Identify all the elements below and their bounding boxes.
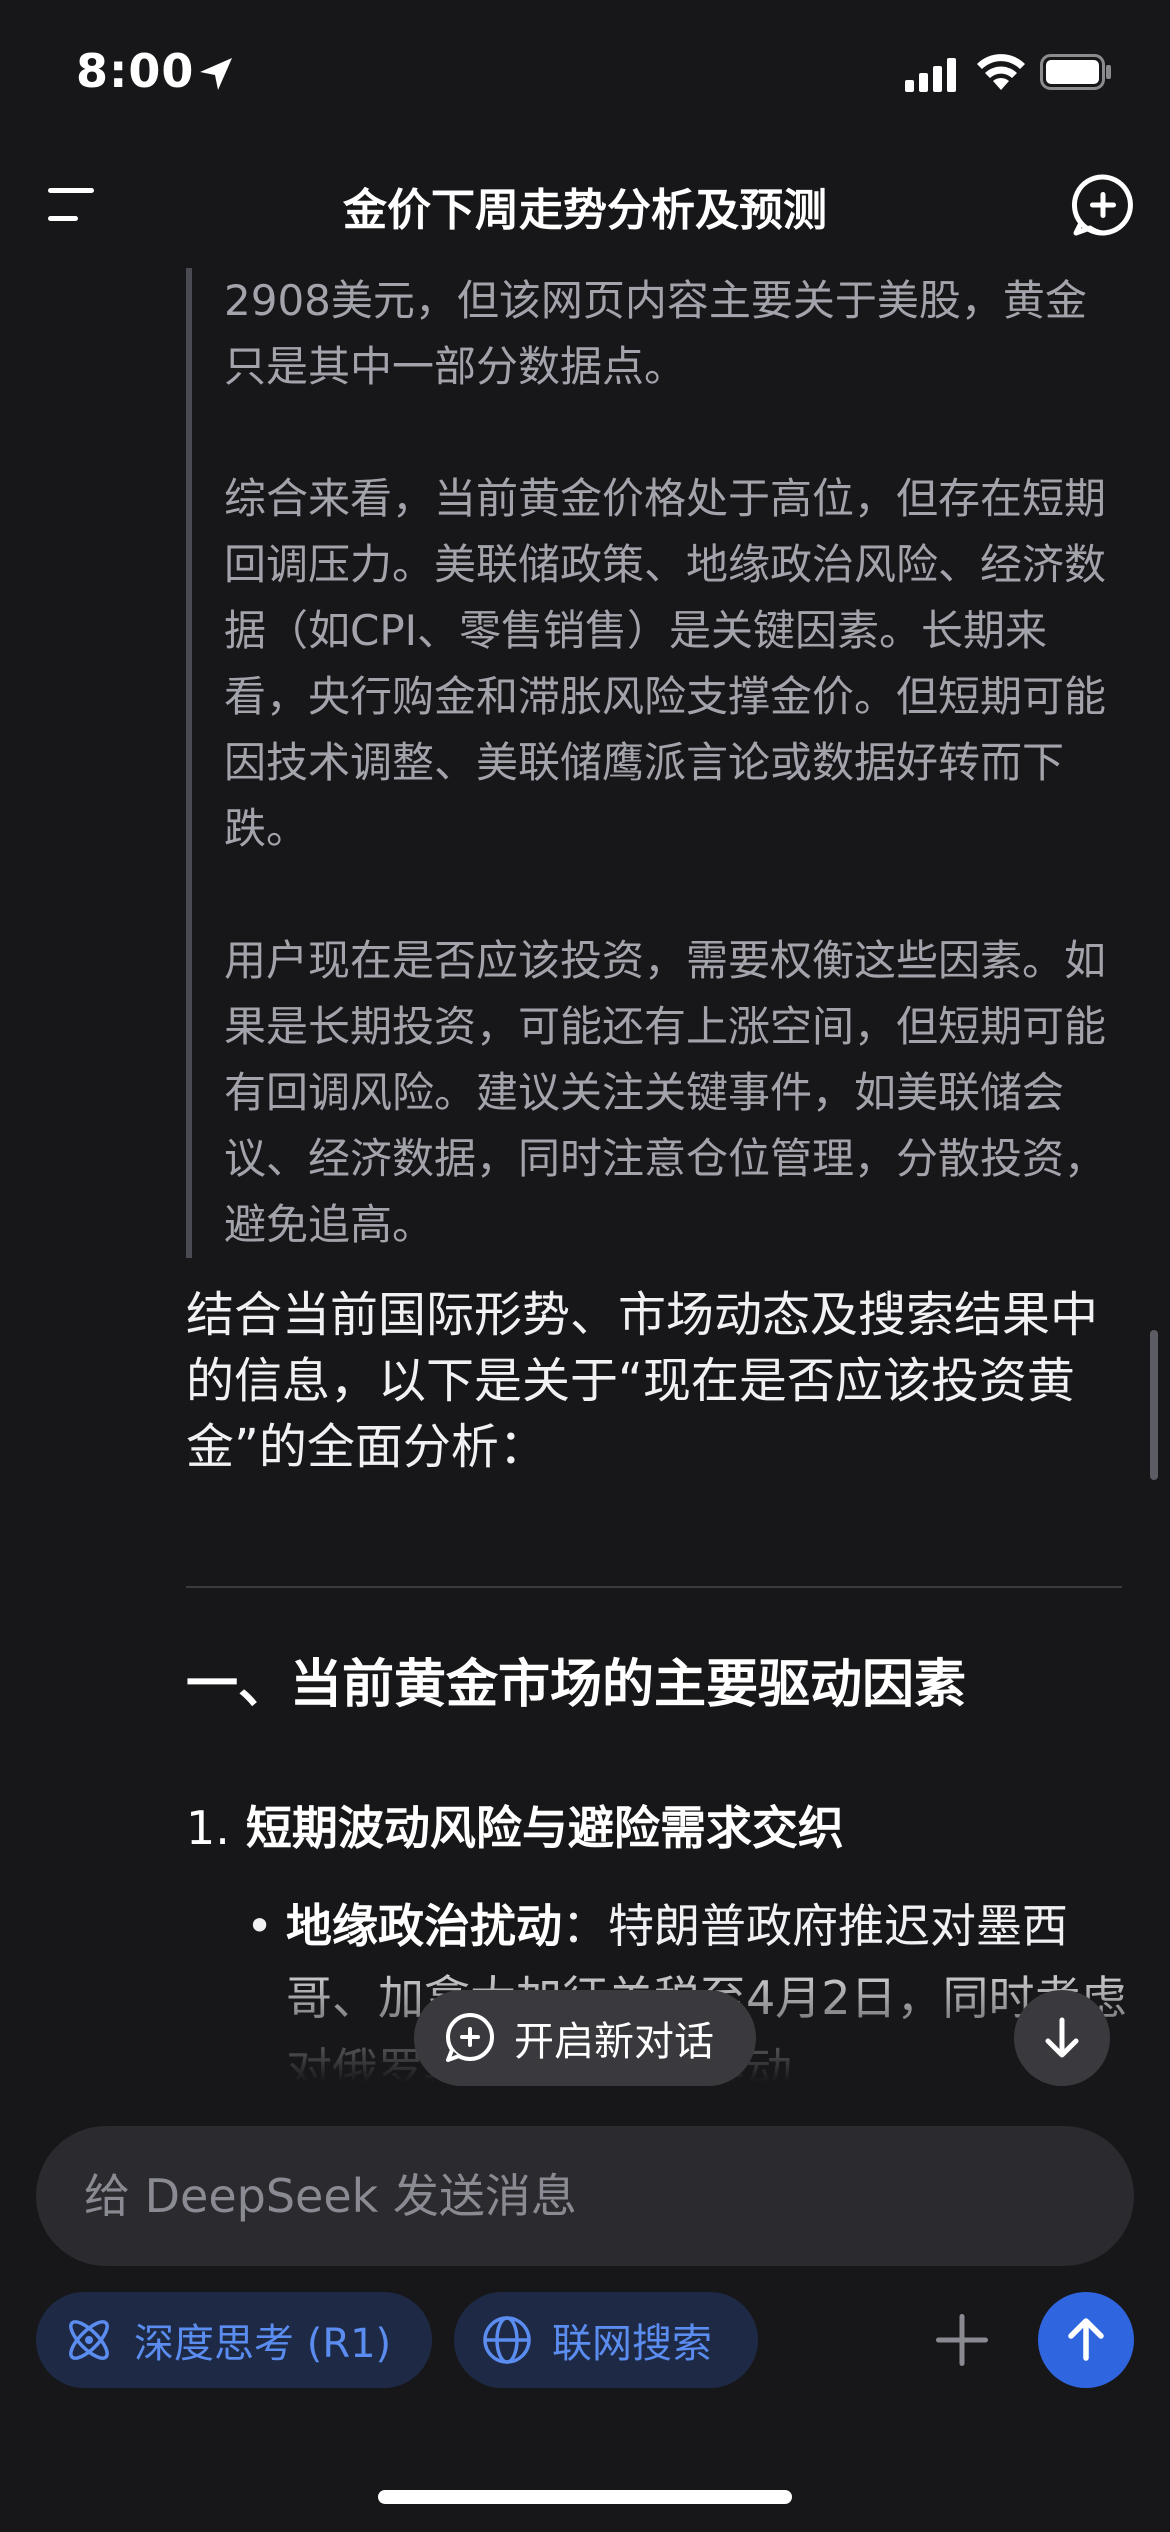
status-bar: 8:00 (0, 0, 1170, 150)
battery-icon (1040, 54, 1111, 90)
subsection-title: 短期波动风险与避险需求交织 (245, 1801, 844, 1855)
attach-plus-icon[interactable] (930, 2308, 994, 2372)
cellular-signal-icon (905, 58, 956, 92)
message-input-box[interactable] (36, 2126, 1134, 2266)
thinking-block: 2908美元，但该网页内容主要关于美股，黄金只是其中一部分数据点。 综合来看，当… (186, 268, 1106, 1258)
divider (186, 1586, 1122, 1588)
web-search-label: 联网搜索 (552, 2321, 712, 2367)
scrollbar-thumb[interactable] (1150, 1330, 1158, 1480)
thinking-paragraph: 用户现在是否应该投资，需要权衡这些因素。如果是长期投资，可能还有上涨空间，但短期… (224, 936, 1107, 1249)
page-title: 金价下周走势分析及预测 (343, 185, 827, 236)
scroll-to-bottom-button[interactable] (1014, 1990, 1110, 2086)
status-time: 8:00 (76, 44, 195, 98)
message-input[interactable] (84, 2126, 1084, 2266)
answer-intro: 结合当前国际形势、市场动态及搜索结果中的信息，以下是关于“现在是否应该投资黄金”… (186, 1287, 1099, 1475)
new-chat-button[interactable]: 开启新对话 (414, 1990, 756, 2086)
atom-icon (69, 2320, 109, 2360)
new-chat-icon[interactable] (1070, 172, 1136, 238)
web-search-toggle[interactable]: 联网搜索 (454, 2292, 758, 2388)
thinking-paragraph: 综合来看，当前黄金价格处于高位，但存在短期回调压力。美联储政策、地缘政治风险、经… (224, 474, 1107, 853)
wifi-icon (977, 54, 1025, 90)
new-chat-icon (446, 2013, 494, 2062)
app-header: 金价下周走势分析及预测 (0, 150, 1170, 260)
arrow-up-icon (1068, 2318, 1104, 2361)
subsection-number: 1. (186, 1801, 230, 1855)
list-item-bold: 地缘政治扰动 (286, 1899, 562, 1953)
location-arrow-icon (200, 58, 232, 90)
thinking-paragraph: 2908美元，但该网页内容主要关于美股，黄金只是其中一部分数据点。 (224, 276, 1087, 391)
new-chat-label: 开启新对话 (514, 2019, 714, 2065)
conversation-content[interactable]: 2908美元，但该网页内容主要关于美股，黄金只是其中一部分数据点。 综合来看，当… (0, 262, 1170, 2082)
deep-think-label: 深度思考 (R1) (134, 2321, 392, 2367)
section-heading: 一、当前黄金市场的主要驱动因素 (186, 1655, 967, 1715)
arrow-down-icon (1045, 2017, 1079, 2058)
globe-icon (483, 2316, 531, 2364)
home-indicator (378, 2490, 792, 2504)
deep-think-toggle[interactable]: 深度思考 (R1) (36, 2292, 432, 2388)
send-button[interactable] (1038, 2292, 1134, 2388)
subsection-heading: 1. 短期波动风险与避险需求交织 (186, 1792, 1126, 1858)
